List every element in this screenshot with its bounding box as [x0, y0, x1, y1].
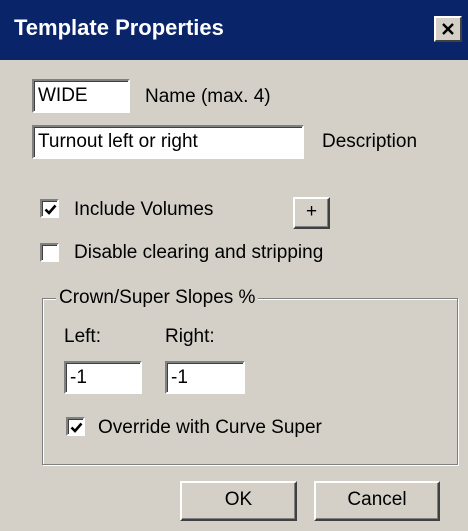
override-curve-super-label: Override with Curve Super — [98, 417, 322, 438]
left-slope-label: Left: — [64, 326, 101, 347]
name-input[interactable] — [32, 79, 130, 113]
override-curve-super-checkbox[interactable] — [66, 417, 85, 436]
disable-clearing-label: Disable clearing and stripping — [74, 242, 324, 263]
description-input[interactable] — [32, 125, 304, 159]
add-volume-button[interactable]: + — [293, 197, 330, 229]
checkmark-icon — [44, 204, 57, 215]
description-label: Description — [322, 131, 418, 152]
title-bar[interactable]: Template Properties — [0, 0, 468, 60]
disable-clearing-checkbox[interactable] — [40, 243, 59, 262]
close-icon — [442, 23, 454, 35]
template-properties-dialog: Template Properties Name (max. 4) Descri… — [0, 0, 468, 531]
crown-super-slopes-title: Crown/Super Slopes % — [56, 286, 259, 310]
name-label: Name (max. 4) — [145, 86, 271, 107]
ok-button[interactable]: OK — [180, 481, 297, 521]
right-slope-label: Right: — [165, 326, 215, 347]
left-slope-input[interactable] — [64, 361, 142, 394]
include-volumes-checkbox[interactable] — [40, 199, 59, 218]
right-slope-input[interactable] — [165, 361, 245, 394]
include-volumes-label: Include Volumes — [74, 199, 214, 220]
checkmark-icon — [70, 422, 83, 433]
cancel-button[interactable]: Cancel — [314, 481, 440, 521]
dialog-title: Template Properties — [14, 15, 224, 40]
close-button[interactable] — [434, 16, 462, 42]
